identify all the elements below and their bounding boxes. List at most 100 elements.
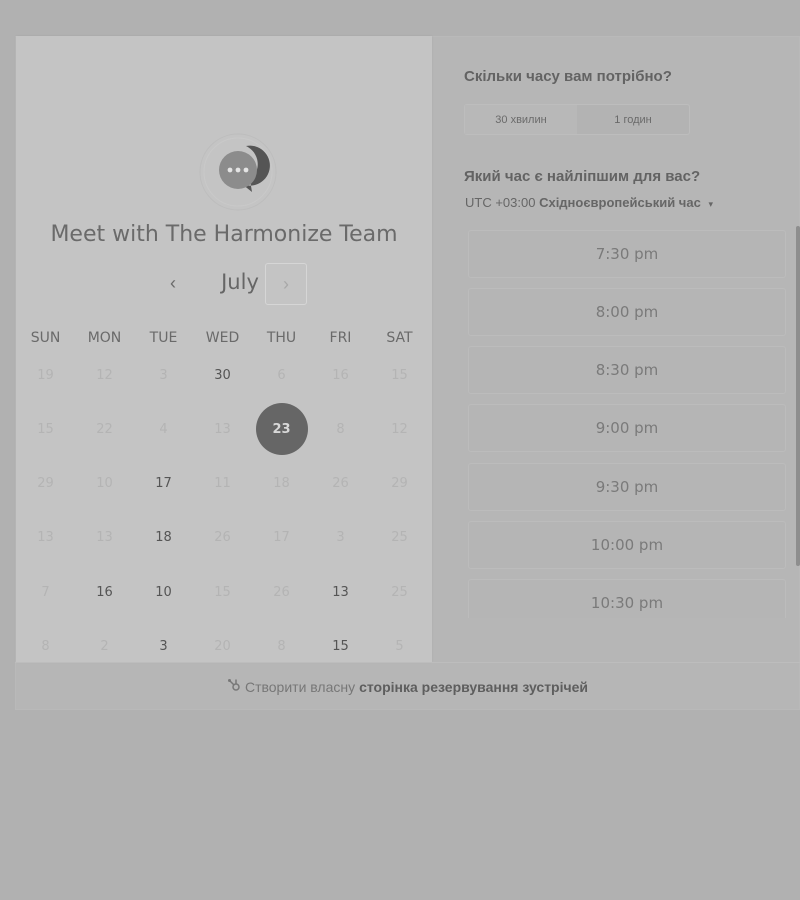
calendar-day: 13 [75,511,134,565]
calendar-day[interactable]: 18 [134,511,193,565]
calendar-day: 22 [75,402,134,456]
next-month-button[interactable]: › [265,263,307,305]
time-slot-button[interactable]: 8:00 pm [468,288,786,336]
calendar-day-number: 26 [214,530,231,546]
duration-selector: 30 хвилин 1 годин [464,104,690,135]
calendar-day: 7 [16,565,75,619]
time-slot-button[interactable]: 7:30 pm [468,230,786,278]
calendar-day: 29 [16,457,75,511]
calendar-day-number: 5 [395,639,404,654]
calendar-day-number: 15 [214,584,231,600]
calendar-day-number: 19 [37,367,54,383]
time-slot-button[interactable]: 10:00 pm [468,521,786,569]
weekday-label: FRI [329,330,352,346]
prev-month-button[interactable]: ‹ [152,262,194,304]
calendar-day-number: 18 [273,476,290,492]
calendar-grid: 19 12 3 30 6 16 15 15 22 4 13 23 8 12 29 10 17 11 18 26 29 13… [16,348,432,678]
calendar-day: 15 [193,565,252,619]
meeting-title: Meet with The Harmonize Team [50,222,398,247]
weekday-label: TUE [149,330,178,346]
calendar-day-number: 18 [155,530,172,546]
calendar-day-number: 20 [214,639,231,654]
timezone-offset: UTC +03:00 [465,195,536,210]
calendar-day-number: 12 [96,367,113,383]
calendar-day: 15 [16,402,75,456]
calendar-day-number: 29 [391,476,408,492]
calendar-day-number: 30 [214,367,231,383]
calendar-day: 19 [16,348,75,402]
calendar-day-number: 11 [214,476,231,492]
booking-page-link[interactable]: сторінка резервування зустрічей [359,679,588,695]
chevron-right-icon: › [283,273,289,294]
calendar-day: 3 [311,511,370,565]
calendar-day-number: 2 [100,639,109,654]
weekday-label: WED [205,330,240,346]
calendar-day: 4 [134,402,193,456]
calendar-day-number: 8 [336,421,345,437]
duration-1-hour-button[interactable]: 1 годин [577,105,689,134]
calendar-day[interactable]: 10 [134,565,193,619]
calendar-day[interactable]: 16 [75,565,134,619]
calendar-day-number: 4 [159,421,168,437]
calendar-day-number: 25 [391,584,408,600]
calendar-day-number: 6 [277,367,286,383]
weekday-label: MON [87,330,122,346]
weekday-label: SAT [386,330,413,346]
time-question: Який час є найліпшим для вас? [464,168,701,185]
calendar-day-number: 3 [159,639,168,654]
calendar-day-number: 3 [159,367,168,383]
time-slot-button[interactable]: 9:00 pm [468,404,786,452]
calendar-day: 26 [252,565,311,619]
calendar-day: 17 [252,511,311,565]
calendar-day: 8 [311,402,370,456]
calendar-day-number: 15 [332,639,349,654]
calendar-day-number: 8 [277,639,286,654]
calendar-day: 10 [75,457,134,511]
time-slot-button[interactable]: 9:30 pm [468,463,786,511]
time-slot-button[interactable]: 10:30 pm [468,579,786,618]
calendar-day-number: 12 [391,421,408,437]
month-navigation: ‹ July › [16,262,432,306]
footer-text: Створити власну [244,678,356,695]
calendar-day-number: 26 [332,476,349,492]
footer-bar: Створити власну сторінка резервування зу… [15,662,800,710]
calendar-day-number: 26 [273,584,290,600]
calendar-day-number: 13 [37,530,54,546]
calendar-day: 12 [370,402,429,456]
duration-question: Скільки часу вам потрібно? [464,68,672,85]
weekday-label: SUN [30,330,61,346]
calendar-day-number: 17 [273,530,290,546]
calendar-day-number: 15 [391,367,408,383]
calendar-day-number: 15 [37,421,54,437]
calendar-day: 13 [193,402,252,456]
calendar-day: 16 [311,348,370,402]
weekday-header: SUN MON TUE WED THU FRI SAT [16,330,432,350]
calendar-day-number: 25 [391,530,408,546]
calendar-day-number: 17 [155,476,172,492]
calendar-day: 3 [134,348,193,402]
calendar-day: 29 [370,457,429,511]
duration-30-min-button[interactable]: 30 хвилин [465,105,577,134]
calendar-day: 26 [193,511,252,565]
calendar-day: 11 [193,457,252,511]
calendar-day: 26 [311,457,370,511]
calendar-panel: Meet with The Harmonize Team ‹ July › SU… [16,36,432,662]
time-slot-button[interactable]: 8:30 pm [468,346,786,394]
calendar-day[interactable]: 30 [193,348,252,402]
calendar-day-number: 13 [214,421,231,437]
calendar-day-selected[interactable]: 23 [252,402,311,456]
calendar-day: 12 [75,348,134,402]
timezone-selector[interactable]: UTC +03:00 Східноєвропейський час ▾ [465,195,713,210]
calendar-day-number: 10 [155,584,172,600]
calendar-day-number: 29 [37,476,54,492]
calendar-day: 6 [252,348,311,402]
calendar-day-number: 16 [96,584,113,600]
calendar-day[interactable]: 17 [134,457,193,511]
slot-list-scrollbar[interactable] [796,226,800,566]
calendar-day[interactable]: 13 [311,565,370,619]
calendar-day: 15 [370,348,429,402]
calendar-day: 25 [370,511,429,565]
caret-down-icon: ▾ [708,199,713,209]
chat-logo-icon [199,133,277,211]
calendar-day: 25 [370,565,429,619]
